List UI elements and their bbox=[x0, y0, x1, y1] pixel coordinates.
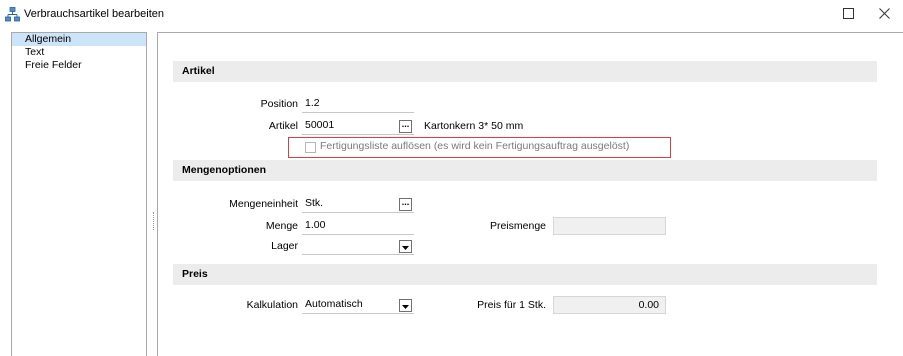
kalkulation-label: Kalkulation bbox=[246, 299, 298, 311]
fertigungsliste-label: Fertigungsliste auflösen (es wird kein F… bbox=[320, 140, 630, 152]
mengeneinheit-label: Mengeneinheit bbox=[229, 198, 298, 210]
window-title: Verbrauchsartikel bearbeiten bbox=[24, 8, 165, 20]
hierarchy-icon bbox=[5, 7, 20, 22]
maximize-icon bbox=[842, 8, 854, 22]
splitter-grip[interactable] bbox=[153, 212, 155, 230]
mengeneinheit-lookup-button[interactable]: ... bbox=[399, 198, 412, 211]
artikel-label: Artikel bbox=[268, 120, 298, 132]
lager-label: Lager bbox=[271, 240, 298, 252]
nav-item-allgemein[interactable]: Allgemein bbox=[12, 33, 146, 46]
preismenge-input bbox=[553, 217, 666, 235]
menge-input[interactable]: 1.00 bbox=[302, 217, 414, 235]
preis-fuer-label: Preis für 1 Stk. bbox=[477, 299, 546, 311]
menge-label: Menge bbox=[265, 220, 298, 232]
close-button[interactable] bbox=[866, 0, 902, 30]
fertigungsliste-checkbox[interactable] bbox=[305, 142, 316, 153]
artikel-lookup-button[interactable]: ... bbox=[399, 120, 412, 133]
preis-fuer-input: 0.00 bbox=[553, 296, 666, 314]
maximize-button[interactable] bbox=[830, 0, 866, 30]
nav-item-freie-felder[interactable]: Freie Felder bbox=[12, 59, 146, 72]
position-label: Position bbox=[260, 98, 298, 110]
chevron-down-icon bbox=[402, 300, 409, 312]
section-header-artikel: Artikel bbox=[173, 61, 877, 82]
kalkulation-select[interactable]: Automatisch bbox=[302, 296, 414, 314]
artikel-input[interactable]: 50001 bbox=[302, 117, 414, 135]
nav-item-text[interactable]: Text bbox=[12, 46, 146, 59]
position-input[interactable]: 1.2 bbox=[302, 95, 414, 113]
lager-dropdown-button[interactable] bbox=[399, 240, 412, 253]
preismenge-label: Preismenge bbox=[489, 220, 546, 232]
nav-list: Allgemein Text Freie Felder bbox=[11, 32, 147, 356]
mengeneinheit-input[interactable]: Stk. bbox=[302, 195, 414, 213]
fertigungsliste-highlight: Fertigungsliste auflösen (es wird kein F… bbox=[288, 137, 671, 158]
chevron-down-icon bbox=[402, 241, 409, 253]
lager-select[interactable] bbox=[302, 237, 414, 255]
artikel-description: Kartonkern 3* 50 mm bbox=[424, 120, 524, 132]
splitter[interactable] bbox=[150, 32, 153, 356]
kalkulation-dropdown-button[interactable] bbox=[399, 299, 412, 312]
close-icon bbox=[878, 8, 890, 22]
section-header-mengenoptionen: Mengenoptionen bbox=[173, 160, 877, 181]
title-bar: Verbrauchsartikel bearbeiten bbox=[0, 0, 903, 30]
section-header-preis: Preis bbox=[173, 264, 877, 285]
